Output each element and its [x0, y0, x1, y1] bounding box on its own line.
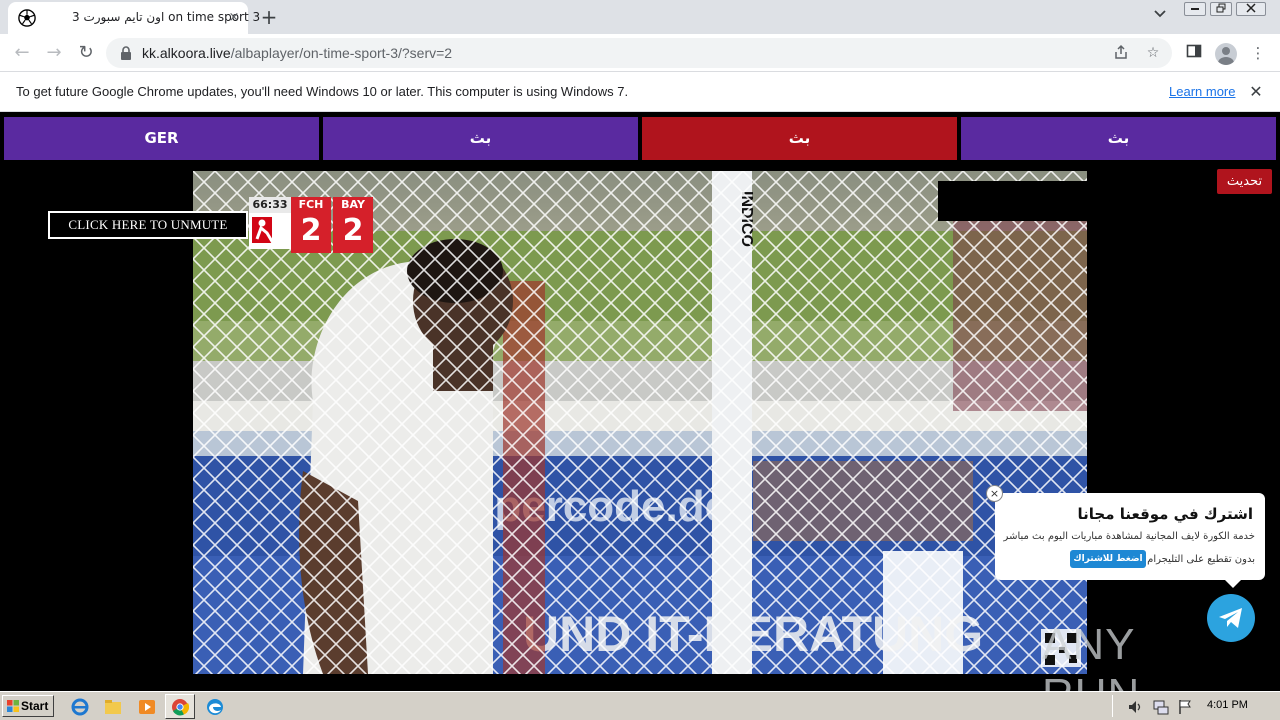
volume-icon[interactable] [1126, 698, 1146, 716]
refresh-button[interactable]: تحديث [1217, 169, 1272, 194]
server-tab-1[interactable]: GER [4, 117, 319, 160]
telegram-subscribe-popup: اشترك في موقعنا مجانا خدمة الكورة لايف ا… [995, 493, 1265, 588]
windows-taskbar: Start 4:01 PM [0, 691, 1280, 720]
popup-title: اشترك في موقعنا مجانا [1077, 505, 1254, 523]
taskbar-clock[interactable]: 4:01 PM [1207, 699, 1248, 711]
bookmark-star-icon[interactable]: ☆ [1144, 44, 1162, 62]
soccer-ball-icon [18, 9, 36, 27]
url-host: kk.alkoora.live [142, 45, 231, 61]
menu-kebab-icon[interactable]: ⋮ [1248, 43, 1268, 63]
page-content: GER بث بث بث تحديث 66:33 FCH 2 BAY 2 CLI… [0, 113, 1280, 719]
update-infobar: To get future Google Chrome updates, you… [0, 72, 1280, 112]
media-player-icon[interactable] [137, 698, 157, 716]
edge-icon[interactable] [205, 698, 225, 716]
lock-icon[interactable] [120, 46, 132, 60]
away-score-value: 2 [342, 213, 364, 248]
server-tab-2[interactable]: بث [323, 117, 638, 160]
side-panel-icon[interactable] [1184, 43, 1204, 63]
away-team-score: BAY 2 [333, 197, 373, 253]
minimize-button[interactable] [1184, 2, 1206, 16]
close-window-button[interactable] [1236, 2, 1266, 16]
forward-arrow-icon[interactable]: → [42, 41, 66, 65]
tab-search-chevron-icon[interactable] [1150, 8, 1170, 26]
popup-subtext: بدون تقطيع على التليجرام [1147, 554, 1255, 565]
server-tab-3[interactable]: بث [642, 117, 957, 160]
home-team-score: FCH 2 [291, 197, 331, 253]
tray-separator [1112, 695, 1113, 717]
network-icon[interactable] [1151, 698, 1171, 716]
subscribe-button[interactable]: اضغط للاشتراك [1070, 550, 1146, 568]
chrome-icon [172, 699, 189, 716]
server-tab-4[interactable]: بث [961, 117, 1276, 160]
learn-more-link[interactable]: Learn more [1169, 84, 1235, 99]
start-button[interactable]: Start [2, 695, 54, 717]
home-team-name: FCH [298, 198, 324, 211]
popup-close-icon[interactable]: × [986, 485, 1003, 502]
match-clock: 66:33 [249, 197, 291, 213]
unmute-button[interactable]: CLICK HERE TO UNMUTE [48, 211, 248, 239]
address-bar[interactable]: kk.alkoora.live/albaplayer/on-time-sport… [106, 38, 1172, 68]
profile-avatar-icon[interactable] [1215, 43, 1237, 65]
url-text[interactable]: kk.alkoora.live/albaplayer/on-time-sport… [142, 45, 452, 61]
taskbar-chrome-button[interactable] [165, 694, 195, 719]
file-explorer-icon[interactable] [103, 698, 123, 716]
video-player[interactable]: supercode.de UND IT-BERATUNG INDICO 66:3… [193, 171, 1087, 674]
infobar-message: To get future Google Chrome updates, you… [16, 84, 629, 99]
away-team-name: BAY [341, 198, 365, 211]
reload-icon[interactable]: ↻ [74, 41, 98, 65]
restore-button[interactable] [1210, 2, 1232, 16]
url-path: /albaplayer/on-time-sport-3/?serv=2 [230, 45, 453, 61]
popup-description: خدمة الكورة لايف المجانية لمشاهدة مباريا… [1003, 531, 1255, 542]
back-arrow-icon[interactable]: ← [10, 41, 34, 65]
telegram-icon[interactable] [1207, 594, 1255, 642]
start-label: Start [21, 699, 49, 713]
tab-close-icon[interactable]: × [226, 10, 242, 26]
infobar-close-icon[interactable]: ✕ [1246, 82, 1266, 102]
bundesliga-logo-icon [249, 213, 291, 249]
new-tab-button[interactable]: + [258, 6, 280, 28]
share-icon[interactable] [1112, 44, 1130, 62]
server-tabs: GER بث بث بث [4, 117, 1276, 160]
browser-tab-strip: اون تايم سبورت 3 on time sport 3 × + [0, 0, 1280, 34]
browser-toolbar: ← → ↻ kk.alkoora.live/albaplayer/on-time… [0, 34, 1280, 72]
action-center-flag-icon[interactable] [1176, 698, 1196, 716]
internet-explorer-icon[interactable] [70, 698, 90, 716]
windows-logo-icon [7, 700, 19, 712]
browser-tab[interactable]: اون تايم سبورت 3 on time sport 3 × [8, 2, 260, 34]
home-score-value: 2 [300, 213, 322, 248]
